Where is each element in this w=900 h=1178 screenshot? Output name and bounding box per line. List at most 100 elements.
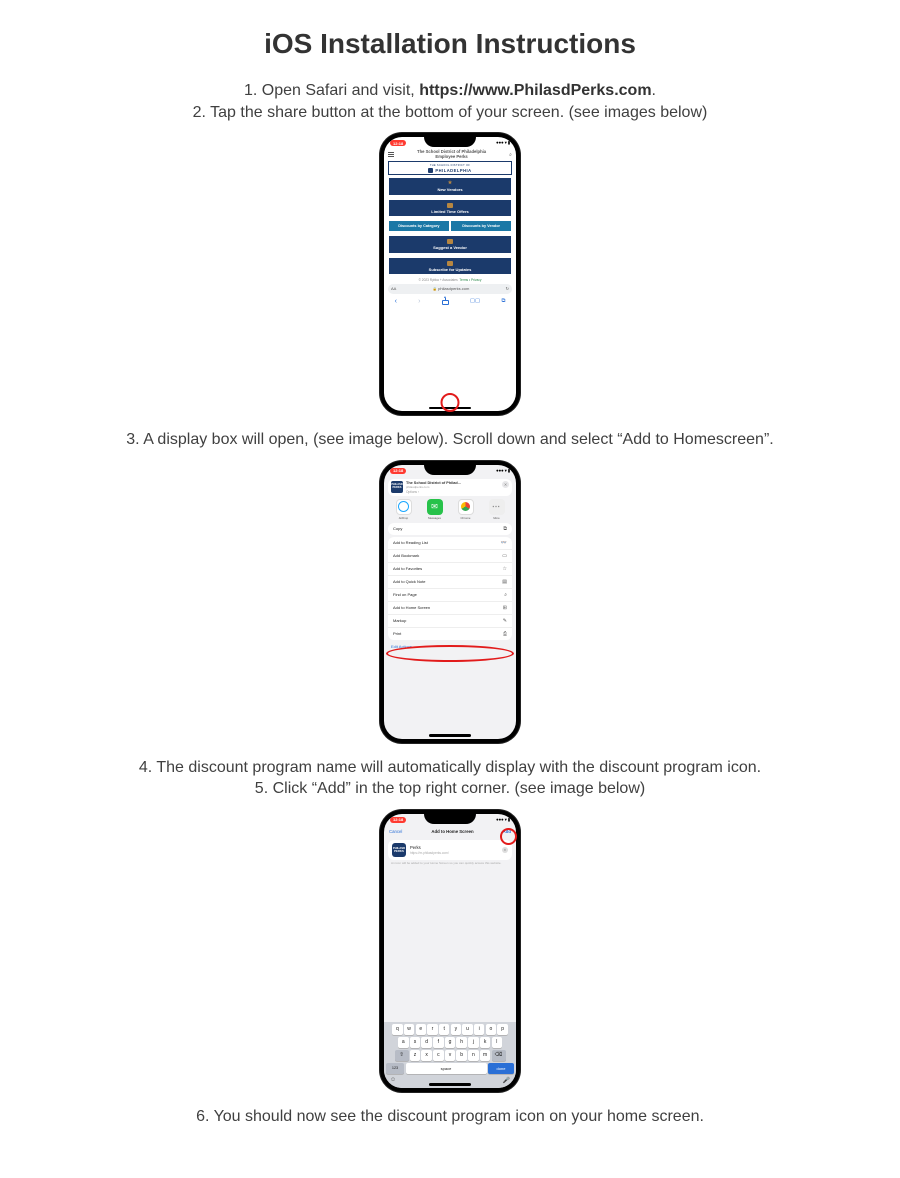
shortcut-url: https://m.philasdperks.com/ (410, 851, 449, 855)
highlight-add-button (500, 828, 517, 845)
emoji-icon: ☺ (390, 1077, 396, 1084)
print-icon: ⎙ (503, 631, 507, 637)
share-apps-row: AirDrop ✉Messages Chrome ⋯More (384, 499, 516, 523)
key-q: q (392, 1024, 403, 1035)
key-f: f (433, 1037, 444, 1048)
status-indicators: ●●● ▾ ▮ (496, 817, 510, 823)
card-by-category: Discounts by Category (389, 221, 449, 231)
key-b: b (456, 1050, 467, 1061)
app-more: ⋯More (489, 499, 505, 520)
instruction-step-1-2: 1. Open Safari and visit, https://www.Ph… (20, 80, 880, 123)
action-quick-note: Add to Quick Note▤ (388, 576, 512, 589)
card-limited: Limited Time Offers (389, 200, 511, 217)
instruction-step-6: 6. You should now see the discount progr… (20, 1106, 880, 1128)
key-d: d (421, 1037, 432, 1048)
text-size-icon: AA (391, 286, 396, 291)
key-u: u (462, 1024, 473, 1035)
back-icon: ‹ (395, 298, 397, 305)
shortcut-name: Perks (410, 845, 449, 850)
card-subscribe: Subscribe for Updates (389, 258, 511, 275)
key-t: t (439, 1024, 450, 1035)
action-markup: Markup✎ (388, 615, 512, 628)
key-h: h (456, 1037, 467, 1048)
search-icon: ⌕ (509, 152, 512, 158)
book-icon: ▭ (502, 553, 507, 559)
notch (424, 137, 476, 147)
key-x: x (421, 1050, 432, 1061)
key-z: z (410, 1050, 421, 1061)
keyboard: q w e r t y u i o p a s d f g h (384, 1022, 516, 1088)
app-airdrop: AirDrop (396, 499, 412, 520)
key-o: o (486, 1024, 497, 1035)
action-print: Print⎙ (388, 628, 512, 640)
key-a: a (398, 1037, 409, 1048)
safari-url-bar: AA 🔒 philasdperks.com ↻ (388, 284, 512, 294)
kb-row-2: a s d f g h j k l (386, 1037, 514, 1048)
suggest-icon (447, 239, 453, 244)
share-options: Options › (406, 490, 461, 494)
notch (424, 814, 476, 824)
status-indicators: ●●● ▾ ▮ (496, 140, 510, 146)
reload-icon: ↻ (506, 286, 509, 291)
screenshot-1: 12:18 ●●● ▾ ▮ The School District of Phi… (380, 133, 520, 415)
subscribe-icon (447, 261, 453, 266)
action-reading-list: Add to Reading List👓 (388, 537, 512, 550)
app-messages: ✉Messages (427, 499, 443, 520)
note-icon: ▤ (502, 579, 507, 585)
messages-icon: ✉ (427, 499, 443, 515)
url-text: philasdperks.com (438, 286, 469, 291)
screenshot-3: 12:18 ●●● ▾ ▮ Cancel Add to Home Screen … (380, 810, 520, 1092)
key-r: r (427, 1024, 438, 1035)
status-indicators: ●●● ▾ ▮ (496, 468, 510, 474)
status-time: 12:18 (390, 817, 406, 823)
step-2: 2. Tap the share button at the bottom of… (193, 104, 708, 121)
notch (424, 465, 476, 475)
kb-row-3: ⇧ z x c v b n m ⌫ (386, 1050, 514, 1061)
site-footer: © 2023 Rybka + Associates Terms • Privac… (384, 278, 516, 282)
card-by-vendor: Discounts by Vendor (451, 221, 511, 231)
step-4: 4. The discount program name will automa… (139, 759, 761, 776)
clear-icon: ✕ (502, 847, 508, 853)
lock-icon: 🔒 (433, 287, 437, 291)
key-done: done (488, 1063, 514, 1074)
key-c: c (433, 1050, 444, 1061)
action-homescreen: Add to Home Screen⊞ (388, 602, 512, 615)
spacer (384, 866, 516, 1022)
hamburger-icon (388, 152, 394, 157)
status-time: 12:18 (390, 140, 406, 146)
highlight-add-to-homescreen (386, 645, 514, 662)
home-indicator (429, 734, 471, 737)
kb-row-1: q w e r t y u i o p (386, 1024, 514, 1035)
key-i: i (474, 1024, 485, 1035)
site-thumbnail: PHILASD PERKS (392, 843, 406, 857)
share-sheet-header: PHILASD PERKS The School District of Phi… (388, 479, 512, 496)
kb-row-4: 123 space done (386, 1063, 514, 1074)
key-m: m (480, 1050, 491, 1061)
chrome-icon (458, 499, 474, 515)
logo-mark-icon (428, 168, 433, 173)
star-outline-icon: ☆ (503, 566, 507, 572)
key-shift: ⇧ (395, 1050, 409, 1061)
key-p: p (497, 1024, 508, 1035)
page-title: iOS Installation Instructions (20, 28, 880, 60)
site-title: The School District of Philadelphia Empl… (417, 150, 486, 159)
tabs-icon: ⧉ (501, 298, 505, 305)
key-l: l (492, 1037, 503, 1048)
screenshot-2: 12:18 ●●● ▾ ▮ PHILASD PERKS The School D… (380, 461, 520, 743)
step-1-prefix: 1. Open Safari and visit, (244, 82, 419, 99)
card-new-vendors: ★New Vendors (389, 178, 511, 195)
key-123: 123 (386, 1063, 404, 1074)
add-form: PHILASD PERKS Perks https://m.philasdper… (388, 840, 512, 860)
key-backspace: ⌫ (492, 1050, 506, 1061)
site-logo: THE SCHOOL DISTRICT OF PHILADELPHIA (388, 161, 512, 175)
key-y: y (451, 1024, 462, 1035)
cancel-button: Cancel (389, 829, 402, 834)
safari-toolbar: ‹ › ▢▢ ⧉ (384, 296, 516, 310)
close-icon: ✕ (502, 481, 509, 488)
add-sheet-toolbar: Cancel Add to Home Screen Add (384, 826, 516, 836)
bookmarks-icon: ▢▢ (470, 298, 480, 304)
action-favorites: Add to Favorites☆ (388, 563, 512, 576)
action-find: Find on Page⌕ (388, 589, 512, 602)
step-5: 5. Click “Add” in the top right corner. … (255, 780, 645, 797)
glasses-icon: 👓 (501, 540, 507, 546)
